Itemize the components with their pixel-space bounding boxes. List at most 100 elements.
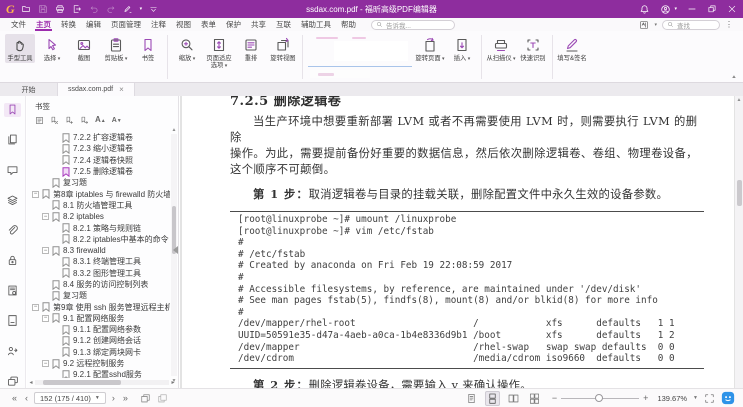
ribbon-hand-button[interactable]: 手型工具 bbox=[5, 34, 35, 63]
zoom-level[interactable]: 139.67% bbox=[657, 394, 687, 403]
ribbon-insert-page-button[interactable]: 插入 ▾ bbox=[447, 34, 477, 64]
ribbon-clipboard-button[interactable]: 剪贴板 ▾ bbox=[101, 34, 131, 64]
scrollbar-thumb[interactable] bbox=[737, 180, 742, 206]
print-icon[interactable] bbox=[55, 4, 65, 14]
menu-tab-主页[interactable]: 主页 bbox=[31, 18, 56, 31]
menu-tab-辅助工具[interactable]: 辅助工具 bbox=[296, 18, 336, 31]
previous-view-icon[interactable] bbox=[140, 393, 151, 404]
bookmark-tree-item[interactable]: −第8章 iptables 与 firewalld 防火墙 bbox=[27, 188, 170, 199]
ink-sign-dropdown-icon[interactable]: ▾ bbox=[140, 6, 143, 12]
bookmark-tree-item[interactable]: 8.3.1 终端管理工具 bbox=[27, 256, 170, 267]
zoom-out-icon[interactable]: − bbox=[552, 393, 557, 403]
collapse-panel-handle[interactable] bbox=[173, 246, 178, 254]
collapse-node-icon[interactable]: − bbox=[42, 360, 49, 367]
bookmark-tree-item[interactable]: 复习题 bbox=[27, 177, 170, 188]
bookmark-tree-item[interactable]: 9.1.3 绑定两块网卡 bbox=[27, 347, 170, 358]
zoom-slider-thumb[interactable] bbox=[595, 394, 603, 402]
continuous-facing-view-icon[interactable] bbox=[527, 391, 542, 406]
collapse-node-icon[interactable]: − bbox=[32, 304, 39, 311]
menu-tab-编辑[interactable]: 编辑 bbox=[81, 18, 106, 31]
tell-me-search-input[interactable]: 告诉我... bbox=[371, 20, 455, 30]
goto-bookmark-button[interactable] bbox=[80, 116, 89, 125]
bookmark-tree-item[interactable]: 复习题 bbox=[27, 290, 170, 301]
ribbon-scanner-button[interactable]: 从扫描仪 ▾ bbox=[486, 34, 516, 64]
notifications-icon[interactable] bbox=[639, 4, 650, 15]
bookmarks-vertical-scrollbar[interactable]: ▲ ▼ bbox=[171, 134, 177, 376]
ribbon-snapshot-button[interactable]: 截图 bbox=[69, 34, 99, 63]
bookmark-tree-item[interactable]: 9.1.1 配置网络参数 bbox=[27, 324, 170, 335]
last-page-icon[interactable]: » bbox=[119, 393, 132, 403]
collapse-node-icon[interactable]: − bbox=[42, 213, 49, 220]
customize-toolbar-icon[interactable] bbox=[149, 5, 158, 14]
comments-panel-button[interactable] bbox=[4, 163, 21, 177]
document-tab-ssdax.com.pdf[interactable]: ssdax.com.pdf× bbox=[58, 83, 135, 96]
quick-edit-icon[interactable] bbox=[639, 20, 649, 30]
font-decrease-button[interactable]: A▼ bbox=[112, 117, 122, 125]
bookmark-tree-item[interactable]: 8.1 防火墙管理工具 bbox=[27, 200, 170, 211]
menu-tab-注释[interactable]: 注释 bbox=[146, 18, 171, 31]
collapse-ribbon-icon[interactable]: ▲ bbox=[731, 75, 737, 80]
find-input[interactable]: 查找 bbox=[662, 20, 720, 30]
page-number-box[interactable]: 152 (175 / 410) ▼ bbox=[34, 392, 106, 404]
next-page-icon[interactable]: › bbox=[108, 393, 119, 403]
bookmark-tree-item[interactable]: 8.2.1 策略与规则链 bbox=[27, 222, 170, 233]
fullscreen-icon[interactable] bbox=[704, 393, 715, 404]
next-view-icon[interactable] bbox=[157, 393, 168, 404]
menu-tab-表单[interactable]: 表单 bbox=[196, 18, 221, 31]
security-panel-button[interactable] bbox=[4, 254, 21, 268]
ribbon-zoom-button[interactable]: 缩放 ▾ bbox=[172, 34, 202, 64]
close-icon[interactable] bbox=[727, 4, 737, 14]
bookmark-tree-item[interactable]: 8.4 服务的访问控制列表 bbox=[27, 279, 170, 290]
quick-edit-dropdown-icon[interactable]: ▾ bbox=[654, 22, 657, 28]
bookmark-tree-item[interactable]: 8.2.2 iptables中基本的命令 bbox=[27, 234, 170, 245]
first-page-icon[interactable]: « bbox=[8, 393, 21, 403]
collapse-node-icon[interactable]: − bbox=[42, 247, 49, 254]
bookmark-tree-item[interactable]: 8.3.2 图形管理工具 bbox=[27, 268, 170, 279]
scroll-right-icon[interactable]: ▸ bbox=[169, 379, 177, 386]
more-options-icon[interactable]: ⋮ bbox=[725, 20, 733, 29]
collapse-node-icon[interactable]: − bbox=[42, 315, 49, 322]
fields-panel-button[interactable] bbox=[4, 374, 21, 388]
menu-tab-保护[interactable]: 保护 bbox=[221, 18, 246, 31]
ribbon-rotate-page-button[interactable]: 旋转页面 ▾ bbox=[415, 34, 445, 64]
menu-tab-帮助[interactable]: 帮助 bbox=[336, 18, 361, 31]
destinations-panel-button[interactable] bbox=[4, 314, 21, 328]
ribbon-ocr-button[interactable]: 快速识别 bbox=[518, 34, 548, 63]
bookmark-tree-item[interactable]: 9.2.1 配置sshd服务 bbox=[27, 369, 170, 378]
bookmarks-panel-button[interactable] bbox=[4, 103, 21, 117]
add-bookmark-button[interactable] bbox=[65, 116, 74, 125]
document-vertical-scrollbar[interactable]: ▲ bbox=[735, 96, 743, 388]
scrollbar-thumb[interactable] bbox=[43, 380, 121, 385]
bookmark-tree-item[interactable]: 7.2.3 缩小逻辑卷 bbox=[27, 143, 170, 154]
account-icon[interactable] bbox=[660, 4, 671, 15]
ribbon-reflow-button[interactable]: 重排 bbox=[236, 34, 266, 63]
undo-icon[interactable] bbox=[89, 4, 99, 14]
zoom-slider[interactable] bbox=[561, 398, 639, 399]
zoom-dropdown-icon[interactable]: ▼ bbox=[693, 395, 698, 401]
layers-panel-button[interactable] bbox=[4, 193, 21, 207]
bookmark-tree-item[interactable]: −8.3 firewalld bbox=[27, 245, 170, 256]
account-dropdown-icon[interactable]: ▾ bbox=[674, 6, 677, 12]
bookmark-tree-item[interactable]: −第9章 使用 ssh 服务管理远程主机 bbox=[27, 301, 170, 312]
page-dropdown-icon[interactable]: ▼ bbox=[95, 395, 100, 401]
signatures-panel-button[interactable] bbox=[4, 284, 21, 298]
menu-tab-转换[interactable]: 转换 bbox=[56, 18, 81, 31]
bookmark-tree-item[interactable]: −8.2 iptables bbox=[27, 211, 170, 222]
open-icon[interactable] bbox=[21, 4, 31, 14]
bookmark-tree-item[interactable]: 7.2.5 删除逻辑卷 bbox=[27, 166, 170, 177]
continuous-view-icon[interactable] bbox=[485, 391, 500, 406]
previous-page-icon[interactable]: ‹ bbox=[21, 393, 32, 403]
foxit-logo-icon[interactable]: G bbox=[6, 3, 15, 15]
zoom-in-icon[interactable]: + bbox=[643, 393, 648, 403]
assistant-icon[interactable] bbox=[721, 391, 735, 405]
minimize-icon[interactable] bbox=[687, 4, 697, 14]
restore-icon[interactable] bbox=[707, 4, 717, 14]
menu-tab-文件[interactable]: 文件 bbox=[6, 18, 31, 31]
save-icon[interactable] bbox=[38, 4, 48, 14]
ribbon-rotate-view-button[interactable]: 旋转视图 bbox=[268, 34, 298, 63]
ribbon-fit-page-button[interactable]: 页面适应选项 ▾ bbox=[204, 34, 234, 72]
single-page-view-icon[interactable] bbox=[464, 391, 479, 406]
panel-menu-button[interactable] bbox=[35, 116, 44, 125]
ribbon-select-button[interactable]: 选择 ▾ bbox=[37, 34, 67, 64]
font-increase-button[interactable]: A▲ bbox=[95, 116, 106, 125]
